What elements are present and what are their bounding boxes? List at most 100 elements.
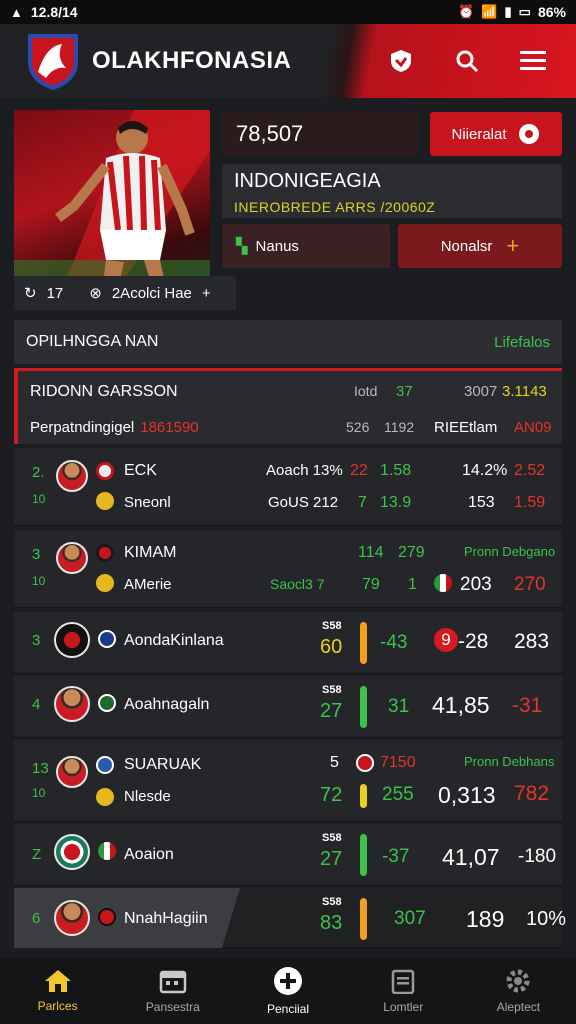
stat-top: S58 <box>322 832 342 844</box>
battery-icon: ▭ <box>518 4 531 19</box>
avatar <box>54 900 90 936</box>
follow-button[interactable]: Niieralat <box>430 112 562 156</box>
app-header: OLAKHFONASIA <box>0 24 576 98</box>
hl-c2d: AN09 <box>514 419 552 436</box>
stat-v1: 83 <box>320 912 343 934</box>
plus-icon <box>274 967 302 995</box>
gear-icon <box>506 969 530 993</box>
ball-icon <box>518 124 539 144</box>
stat-top: S58 <box>322 684 342 696</box>
tag-icon: ⊗ <box>89 285 102 302</box>
stat-b: 22 <box>350 462 368 479</box>
avatar <box>54 686 90 722</box>
nav-left-label: Nanus <box>255 237 299 255</box>
rank: 4 <box>32 696 41 713</box>
avatar <box>56 756 88 788</box>
nav-left-button[interactable]: ▚ Nanus <box>222 224 390 268</box>
player-name: KIMAM <box>124 544 177 561</box>
club-badge-icon <box>96 462 114 480</box>
rank-sub: 10 <box>32 574 46 588</box>
player-name: NnahHagiin <box>124 910 208 927</box>
stat-tr: Pronn Debhans <box>464 754 555 769</box>
stat-v3: 9 <box>434 628 458 652</box>
hl-c1d: 3.1143 <box>502 383 547 400</box>
stat-v2: -37 <box>382 846 410 867</box>
nav-item-calendar[interactable]: Pansestra <box>115 958 230 1024</box>
nav-item-add[interactable]: Penciial <box>230 958 345 1024</box>
hl-c2b: 1192 <box>384 419 415 435</box>
meta-label: 2Acolci Hae <box>111 284 192 302</box>
stat-d: 14.2% <box>462 462 508 479</box>
progress-bar <box>360 834 367 876</box>
search-icon[interactable] <box>450 44 484 78</box>
stat-c: 279 <box>398 544 425 561</box>
stat-b: 114 <box>358 544 384 561</box>
stat-g: 7 <box>358 494 367 511</box>
stat-t1: 5 <box>330 754 339 771</box>
nav-label: Pansestra <box>145 1000 200 1014</box>
stat-v2: -43 <box>380 632 408 653</box>
highlight-sub: Perpatndingigel 1861590 <box>30 419 199 436</box>
club-badge-icon <box>96 756 114 774</box>
club-badge-icon <box>98 908 116 926</box>
player-name: ECK <box>124 462 157 479</box>
stat-v5: 283 <box>514 630 550 653</box>
stat-h: 13.9 <box>380 494 412 511</box>
nav-item-clipboard[interactable]: Lomtler <box>346 958 461 1024</box>
club-badge-icon <box>98 694 116 712</box>
table-row[interactable]: 2. 10 ECK Sneonl Aoach 13% 22 1.58 14.2%… <box>14 448 562 526</box>
alarm-icon: ⏰ <box>458 4 475 19</box>
stat-e: 2.52 <box>514 462 546 479</box>
menu-icon[interactable] <box>516 44 550 78</box>
stat-value: 78,507 <box>236 121 304 146</box>
progress-bar <box>360 784 367 808</box>
table-row[interactable]: 3 10 KIMAM AMerie 114 279 Pronn Debgano … <box>14 530 562 608</box>
player-subtitle: INEROBREDE ARRS /20060Z <box>234 199 436 215</box>
club-crest-icon <box>54 622 90 658</box>
shield-icon[interactable] <box>384 44 418 78</box>
medal-icon <box>96 788 114 806</box>
table-row[interactable]: 3 AondaKinlana S58 60 -43 9 -28 283 <box>14 612 562 674</box>
follow-label: Niieralat <box>451 125 507 143</box>
rank: 13 <box>32 760 49 777</box>
progress-bar <box>360 686 367 728</box>
stat-e: Pronn Debgano <box>464 544 556 559</box>
hl-c2c: RIEEtlam <box>434 419 498 436</box>
table-row[interactable]: Z Aoaion S58 27 -37 41,07 -180 <box>14 824 562 886</box>
nav-right-button[interactable]: Nonalsr + <box>398 224 562 268</box>
stat-i: 203 <box>460 574 492 595</box>
table-row[interactable]: 6 NnahHagiin S58 83 307 189 10% <box>14 888 566 948</box>
section-link[interactable]: Lifefalos <box>494 334 550 351</box>
player-sub: Sneonl <box>124 494 171 511</box>
table-row[interactable]: 4 Aoahnagaln S58 27 31 41,85 -31 <box>14 676 562 738</box>
bottom-nav: Parlces Pansestra Penciial Lomtler Alept… <box>0 958 576 1024</box>
meta-count: 17 <box>46 284 64 302</box>
stat-t2: 7150 <box>380 754 416 771</box>
nav-item-settings[interactable]: Aleptect <box>461 958 576 1024</box>
stat-v4: -180 <box>518 846 557 867</box>
medal-icon <box>96 574 114 592</box>
rank: 3 <box>32 546 41 563</box>
stat-v4: 10% <box>526 908 567 930</box>
player-name: Aoaion <box>124 846 174 863</box>
flag-icon <box>434 574 452 592</box>
add-icon[interactable]: + <box>202 285 211 302</box>
section-header: OPILHNGGA NAN Lifefalos <box>14 320 562 364</box>
flag-icon: ▚ <box>236 238 248 255</box>
stat-top: S58 <box>322 896 342 908</box>
nav-item-home[interactable]: Parlces <box>0 958 115 1024</box>
section-title: OPILHNGGA NAN <box>26 333 159 350</box>
table-row[interactable]: 13 10 SUARUAK Nlesde 5 7150 Pronn Debhan… <box>14 740 562 822</box>
stat-v1: 60 <box>320 636 343 658</box>
highlight-row[interactable]: RIDONN GARSSON Perpatndingigel 1861590 Io… <box>14 368 562 444</box>
stat-c: 1.58 <box>380 462 412 479</box>
stat-v2: 307 <box>394 908 426 929</box>
player-name: INDONIGEAGIA <box>234 170 381 192</box>
club-crest-icon <box>54 834 90 870</box>
nav-label: Penciial <box>266 1002 310 1016</box>
club-logo[interactable] <box>26 32 80 91</box>
club-badge-icon <box>96 544 114 562</box>
highlight-sub-label: Perpatndingigel <box>30 419 135 436</box>
player-name: Aoahnagaln <box>124 696 210 713</box>
rank: 2. <box>32 464 45 481</box>
